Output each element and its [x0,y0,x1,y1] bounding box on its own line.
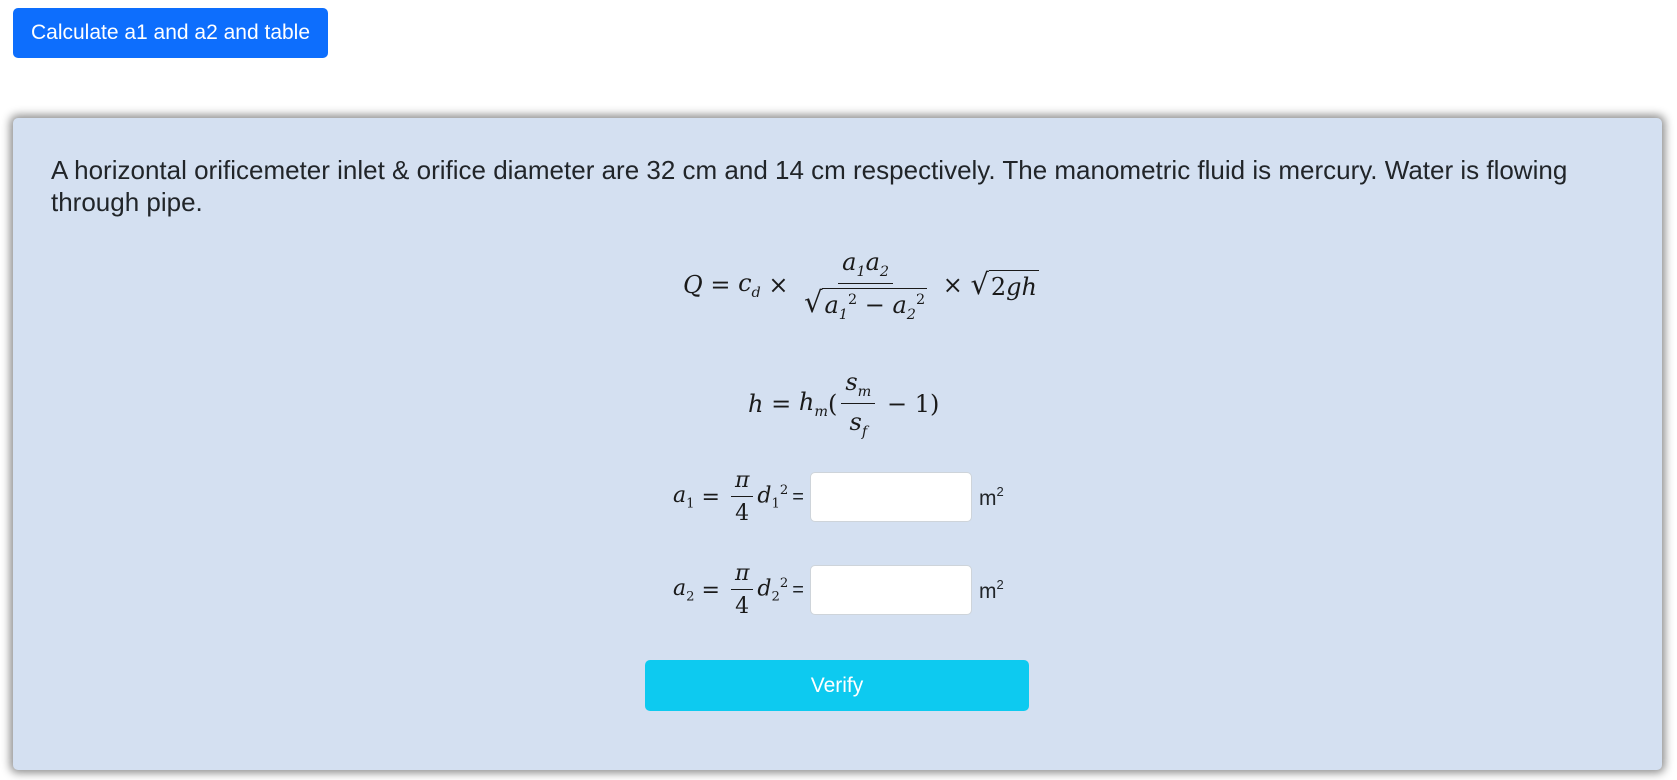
a2-formula: a2 = π4 d22 [673,561,789,619]
a2-equals: = [792,578,804,601]
a1-equals: = [792,485,804,508]
a1-unit: m2 [978,483,1004,510]
discharge-formula: Q = cd × a1a2 √ a12 − a22 × √ 2gh [683,248,1039,323]
head-formula: h = hm( sm sf − 1) [748,368,940,440]
a2-row: a2 = π4 d22 = m2 [673,561,1004,619]
a2-input[interactable] [809,565,972,615]
problem-statement: A horizontal orificemeter inlet & orific… [51,155,1568,217]
a1-input[interactable] [809,472,972,522]
a1-row: a1 = π4 d12 = m2 [673,468,1004,526]
a2-unit: m2 [978,576,1004,603]
problem-card: A horizontal orificemeter inlet & orific… [13,118,1662,770]
a1-formula: a1 = π4 d12 [673,468,789,526]
calculate-a1-a2-table-button[interactable]: Calculate a1 and a2 and table [13,8,328,58]
verify-button[interactable]: Verify [645,660,1029,711]
